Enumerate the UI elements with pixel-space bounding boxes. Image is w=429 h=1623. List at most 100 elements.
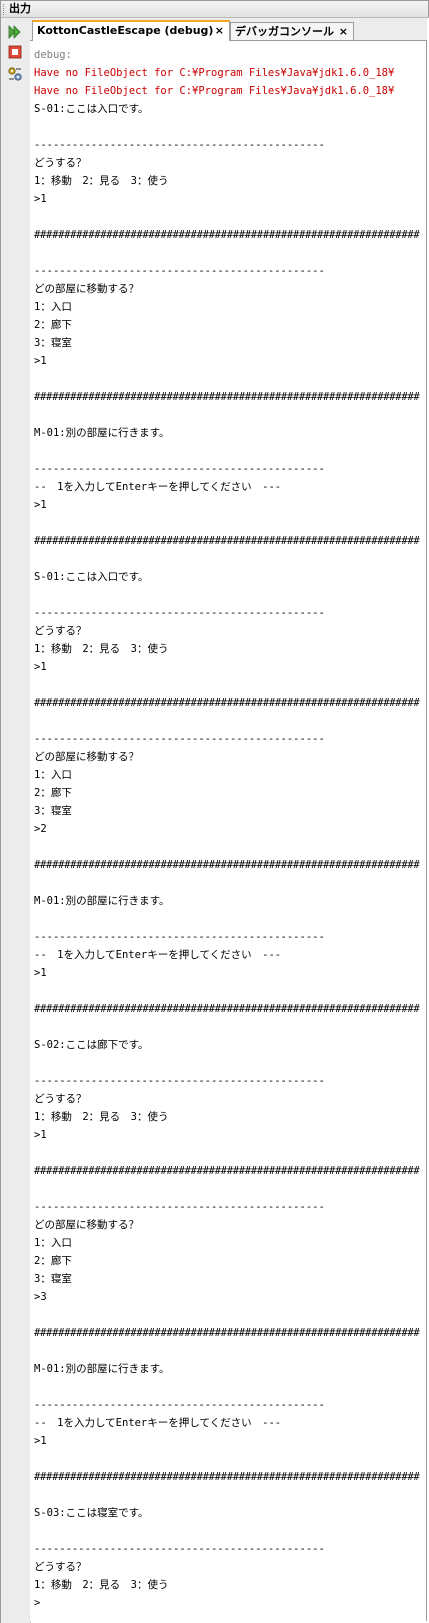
console-line: ----------------------------------------… bbox=[34, 1399, 325, 1411]
console-line: どうする？ bbox=[34, 625, 87, 637]
rerun-button[interactable] bbox=[7, 24, 23, 40]
console-line: 1：入口 bbox=[34, 1237, 72, 1249]
console-line: ----------------------------------------… bbox=[34, 733, 325, 745]
console-line: どの部屋に移動する？ bbox=[34, 283, 139, 295]
console-toolbar bbox=[0, 18, 31, 1623]
console-line: 2：廊下 bbox=[34, 787, 72, 799]
console-line: ----------------------------------------… bbox=[34, 1201, 325, 1213]
settings-button[interactable] bbox=[7, 66, 23, 82]
console-line: 1：移動 2：見る 3：使う bbox=[34, 1579, 169, 1591]
close-icon[interactable]: × bbox=[215, 22, 224, 40]
console-line: 1：移動 2：見る 3：使う bbox=[34, 175, 169, 187]
console-line: ----------------------------------------… bbox=[34, 463, 325, 475]
console-line: ----------------------------------------… bbox=[34, 265, 325, 277]
console-line: 3：寝室 bbox=[34, 1273, 72, 1285]
console-line: M-01:別の部屋に行きます。 bbox=[34, 1363, 170, 1375]
console-line: S-01:ここは入口です。 bbox=[34, 571, 149, 583]
console-line: ----------------------------------------… bbox=[34, 931, 325, 943]
console-line: > bbox=[34, 1597, 41, 1609]
close-icon[interactable]: × bbox=[339, 23, 348, 41]
console-line: どうする？ bbox=[34, 157, 87, 169]
tab-strip: KottonCastleEscape (debug) × デバッガコンソール × bbox=[30, 18, 427, 41]
console-line: S-03:ここは寝室です。 bbox=[34, 1507, 149, 1519]
console-line: ########################################… bbox=[34, 1471, 420, 1483]
console-line: ----------------------------------------… bbox=[34, 607, 325, 619]
console-line: >2 bbox=[34, 823, 47, 835]
console-line: ########################################… bbox=[34, 1003, 420, 1015]
console-line: debug: bbox=[34, 49, 72, 61]
console-line: Have no FileObject for C:¥Program Files¥… bbox=[34, 85, 395, 97]
console-line: どうする？ bbox=[34, 1561, 87, 1573]
console-line: >3 bbox=[34, 1291, 47, 1303]
console-line: >1 bbox=[34, 967, 47, 979]
console-line: ########################################… bbox=[34, 859, 420, 871]
console-line: 1：移動 2：見る 3：使う bbox=[34, 1111, 169, 1123]
console-line: >1 bbox=[34, 1435, 47, 1447]
console-line: -- 1を入力してEnterキーを押してください --- bbox=[34, 949, 282, 961]
stop-button[interactable] bbox=[7, 44, 23, 60]
tab-label: デバッガコンソール bbox=[235, 25, 334, 38]
console-line: M-01:別の部屋に行きます。 bbox=[34, 895, 170, 907]
console-line: >1 bbox=[34, 355, 47, 367]
console-line: M-01:別の部屋に行きます。 bbox=[34, 427, 170, 439]
console-line: >1 bbox=[34, 193, 47, 205]
drag-grip[interactable] bbox=[3, 4, 6, 15]
console-line: ########################################… bbox=[34, 1327, 420, 1339]
console-line: 3：寝室 bbox=[34, 805, 72, 817]
window-title: 出力 bbox=[9, 2, 31, 15]
console-line: 1：入口 bbox=[34, 301, 72, 313]
console-line: -- 1を入力してEnterキーを押してください --- bbox=[34, 1417, 282, 1429]
output-window-title-bar: 出力 bbox=[0, 0, 429, 18]
console-line: ########################################… bbox=[34, 535, 420, 547]
console-line: Have no FileObject for C:¥Program Files¥… bbox=[34, 67, 395, 79]
rerun-icon bbox=[8, 25, 21, 39]
console-line: ----------------------------------------… bbox=[34, 139, 325, 151]
console-line: ----------------------------------------… bbox=[34, 1543, 325, 1555]
console-line: -- 1を入力してEnterキーを押してください --- bbox=[34, 481, 282, 493]
console-line: S-01:ここは入口です。 bbox=[34, 103, 149, 115]
console-line: どうする？ bbox=[34, 1093, 87, 1105]
console-line: どの部屋に移動する？ bbox=[34, 1219, 139, 1231]
tab-kottoncastleescape-debug[interactable]: KottonCastleEscape (debug) × bbox=[32, 20, 230, 41]
console-output[interactable]: debug: Have no FileObject for C:¥Program … bbox=[30, 41, 427, 1621]
console-line: >1 bbox=[34, 1129, 47, 1141]
settings-icon bbox=[8, 67, 22, 81]
console-line: どの部屋に移動する？ bbox=[34, 751, 139, 763]
console-line: ########################################… bbox=[34, 697, 420, 709]
console-line: 1：移動 2：見る 3：使う bbox=[34, 643, 169, 655]
console-line: 2：廊下 bbox=[34, 319, 72, 331]
console-line: ----------------------------------------… bbox=[34, 1075, 325, 1087]
tab-debugger-console[interactable]: デバッガコンソール × bbox=[230, 22, 354, 40]
console-line: ########################################… bbox=[34, 1165, 420, 1177]
tab-label: KottonCastleEscape (debug) bbox=[37, 24, 214, 37]
console-line: >1 bbox=[34, 499, 47, 511]
console-line: 2：廊下 bbox=[34, 1255, 72, 1267]
stop-icon bbox=[8, 45, 22, 59]
console-line: >1 bbox=[34, 661, 47, 673]
console-line: S-02:ここは廊下です。 bbox=[34, 1039, 149, 1051]
console-line: 1：入口 bbox=[34, 769, 72, 781]
console-line: ########################################… bbox=[34, 229, 420, 241]
